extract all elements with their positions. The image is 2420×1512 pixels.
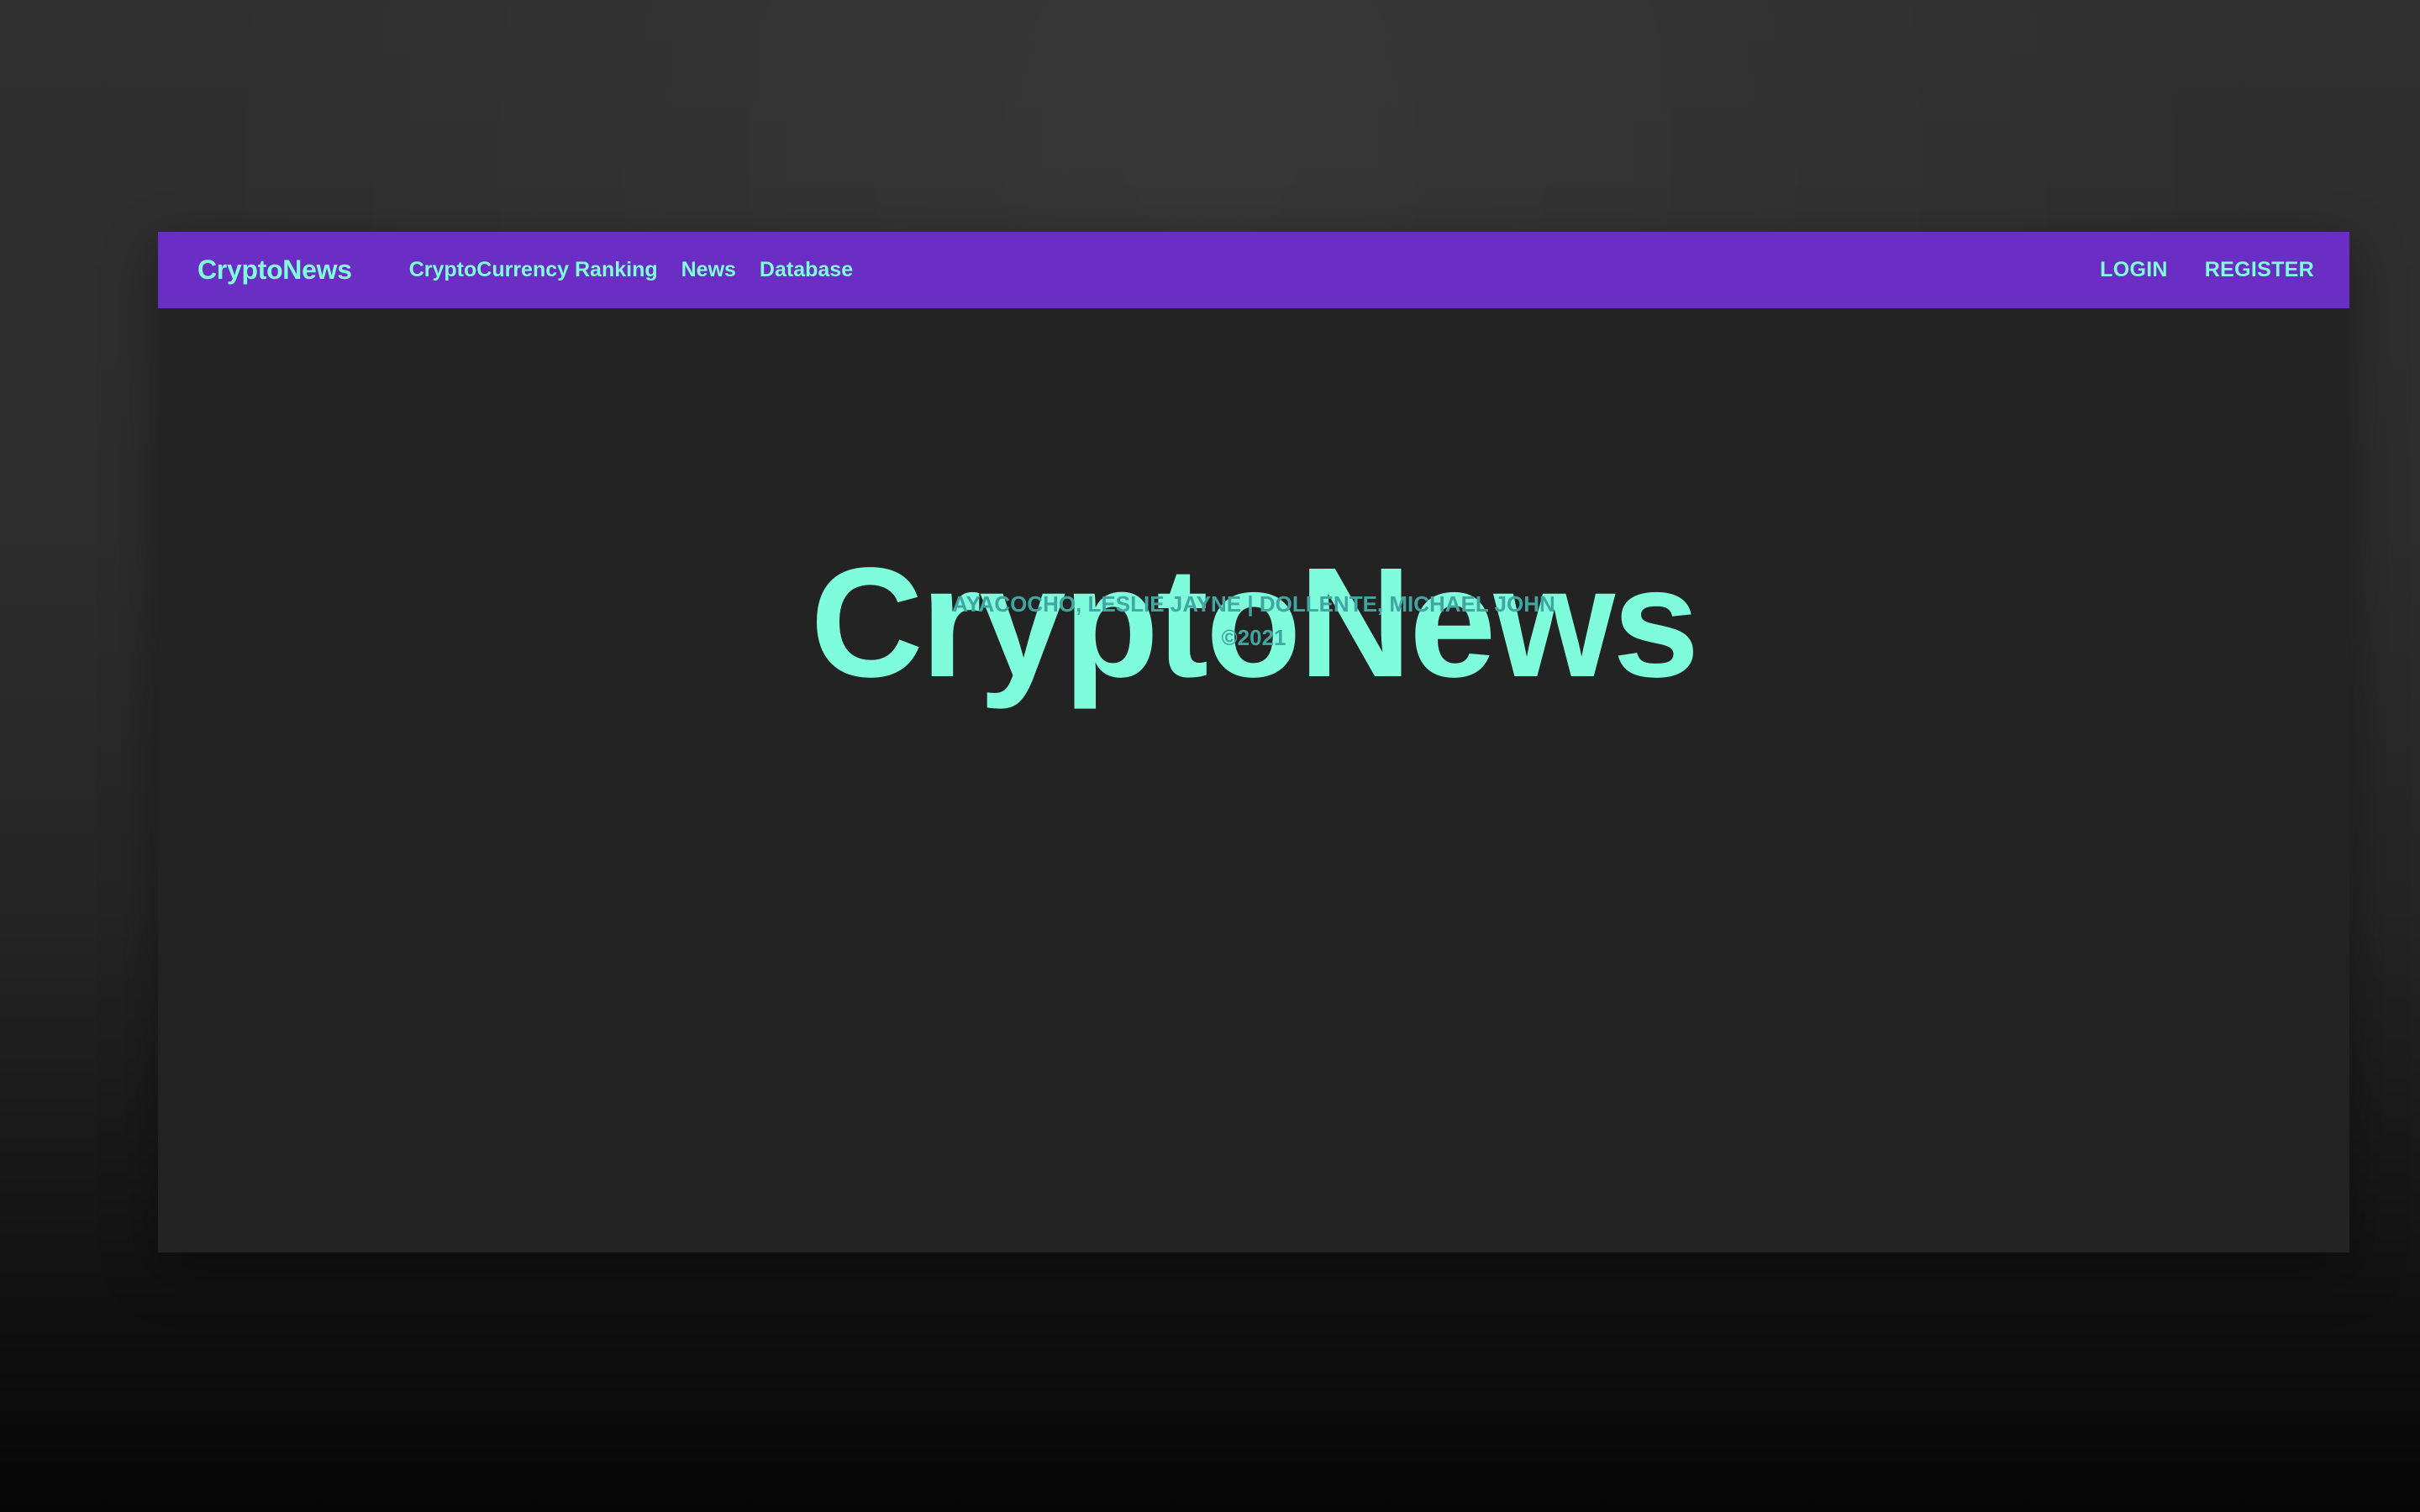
nav-link-database[interactable]: Database [760,258,853,282]
copyright-text: ©2021 [1221,625,1286,650]
brand-logo-link[interactable]: CryptoNews [197,255,352,286]
login-button[interactable]: LOGIN [2100,258,2168,282]
top-navbar: CryptoNews CryptoCurrency Ranking News D… [158,232,2349,308]
auth-actions: LOGIN REGISTER [2100,258,2314,282]
hero-credits: AYACOCHO, LESLIE JAYNE | DOLLENTE, MICHA… [158,593,2349,922]
nav-link-news[interactable]: News [681,258,736,282]
register-button[interactable]: REGISTER [2205,258,2314,282]
authors-text: AYACOCHO, LESLIE JAYNE | DOLLENTE, MICHA… [952,591,1555,617]
hero-section: CryptoNews AYACOCHO, LESLIE JAYNE | DOLL… [158,308,2349,1252]
website-viewport: CryptoNews CryptoCurrency Ranking News D… [158,232,2349,1252]
nav-link-cryptocurrency-ranking[interactable]: CryptoCurrency Ranking [409,258,658,282]
nav-links: CryptoCurrency Ranking News Database [409,258,853,282]
